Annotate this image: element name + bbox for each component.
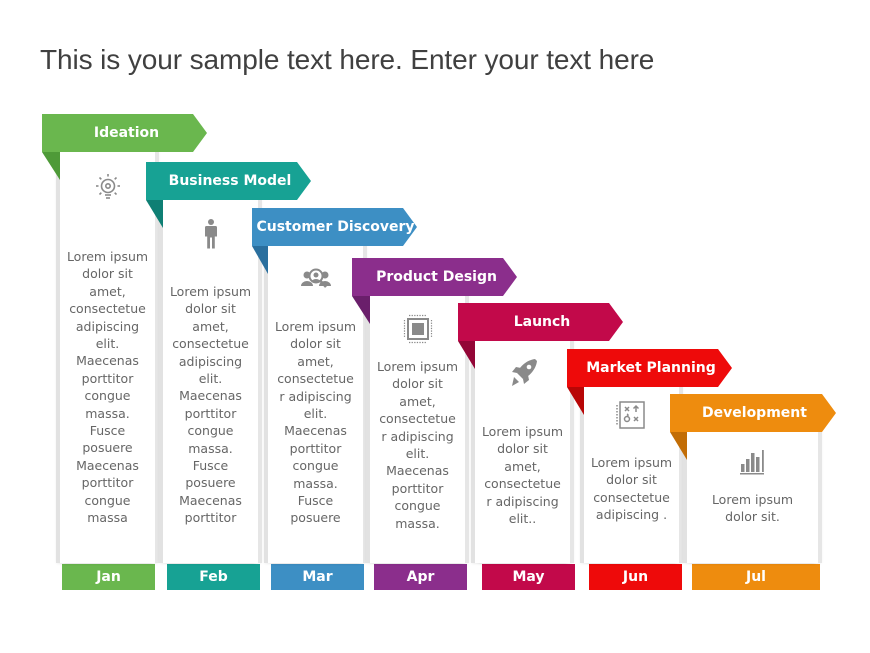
month-label-mar: Mar [271, 564, 364, 590]
stage-banner: Business Model [146, 162, 311, 228]
stage-banner: Development [670, 394, 836, 460]
stage-banner: Product Design [352, 258, 517, 324]
stage-description: Lorem ipsum dolor sit consectetue adipis… [590, 455, 673, 523]
stage-label: Ideation [93, 125, 160, 141]
stage-label: Market Planning [586, 360, 716, 376]
stage-banner: Customer Discovery [252, 208, 417, 274]
stage-description: Lorem ipsum dolor sit amet, consectetue … [481, 424, 564, 527]
stage-description: Lorem ipsum dolor sit. [711, 492, 794, 525]
month-label-jan: Jan [62, 564, 155, 590]
month-label-apr: Apr [374, 564, 467, 590]
month-label-jun: Jun [589, 564, 682, 590]
month-label-feb: Feb [167, 564, 260, 590]
stage-description: Lorem ipsum dolor sit amet, consectetue … [376, 359, 459, 531]
stage-label: Product Design [376, 269, 497, 285]
stage-banner: Ideation [42, 114, 207, 180]
page-title: This is your sample text here. Enter you… [40, 44, 655, 75]
month-label-may: May [482, 564, 575, 590]
stage-description: Lorem ipsum dolor sit amet, consectetue … [66, 249, 149, 526]
stage-label: Launch [513, 314, 571, 330]
stage-description: Lorem ipsum dolor sit amet, consectetue … [169, 284, 252, 526]
stage-label: Business Model [168, 173, 292, 189]
stage-label: Customer Discovery [256, 219, 415, 235]
stage-banner: Launch [458, 303, 623, 369]
stage-label: Development [702, 405, 807, 421]
month-label-jul: Jul [692, 564, 820, 590]
stage-banner: Market Planning [567, 349, 732, 415]
stage-description: Lorem ipsum dolor sit amet, consectetue … [274, 319, 357, 526]
